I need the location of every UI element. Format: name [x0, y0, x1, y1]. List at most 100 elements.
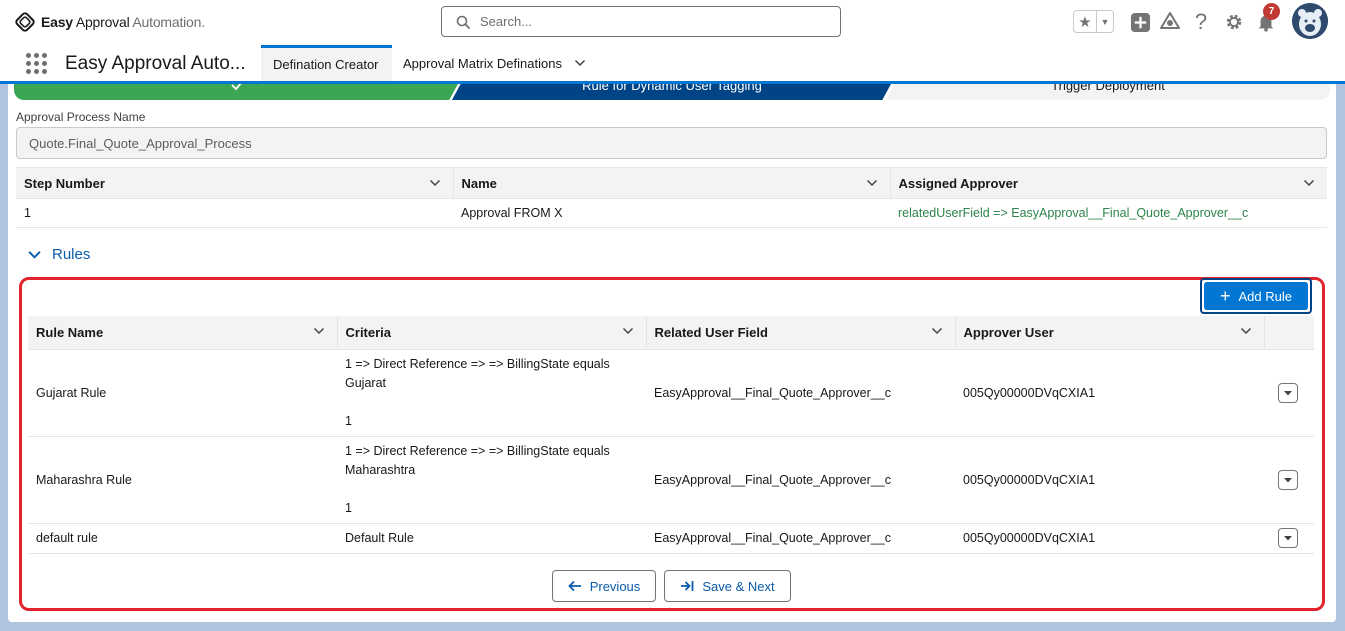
chevron-down-icon[interactable] — [313, 325, 325, 337]
path-step-label: Trigger Deployment — [1051, 84, 1165, 93]
row-actions-cell — [1264, 436, 1314, 524]
rule-name-cell: Maharashra Rule — [28, 436, 337, 524]
related-user-field-cell: EasyApproval__Final_Quote_Approver__c — [646, 349, 955, 437]
criteria-line: 1 — [345, 500, 352, 515]
column-header-step-number[interactable]: Step Number — [16, 167, 453, 199]
path-step-label: Rule for Dynamic User Tagging — [582, 84, 762, 93]
app-logo[interactable]: Easy Approval Automation. — [14, 11, 205, 33]
criteria-cell: 1 => Direct Reference => => BillingState… — [337, 349, 646, 437]
criteria-line: Gujarat — [345, 375, 386, 390]
approval-process-name-field[interactable]: Quote.Final_Quote_Approval_Process — [16, 127, 1327, 159]
settings-gear-icon[interactable] — [1223, 11, 1245, 33]
approver-user-cell: 005Qy00000DVqCXIA1 — [955, 436, 1264, 524]
save-and-next-button[interactable]: Save & Next — [664, 570, 791, 602]
column-header-related-user-field[interactable]: Related User Field — [645, 316, 955, 350]
table-row: 1 Approval FROM X relatedUserField => Ea… — [16, 198, 1327, 228]
row-actions-menu-button[interactable] — [1278, 382, 1298, 403]
column-header-approver-user[interactable]: Approver User — [954, 316, 1264, 350]
chevron-down-icon — [1284, 390, 1292, 395]
app-nav-bar: Easy Approval Auto... Defination Creator… — [0, 44, 1345, 84]
header-label: Criteria — [345, 324, 392, 340]
rule-name-cell: Gujarat Rule — [28, 349, 337, 437]
logo-icon — [15, 12, 35, 32]
tab-defination-creator[interactable]: Defination Creator — [261, 45, 392, 81]
help-icon[interactable]: ? — [1190, 9, 1212, 34]
previous-label: Previous — [589, 578, 641, 594]
table-row: default rule Default Rule EasyApproval__… — [28, 523, 1314, 554]
chevron-down-icon[interactable] — [931, 325, 943, 337]
header-label: Rule Name — [36, 324, 104, 340]
criteria-cell: Default Rule — [337, 523, 646, 554]
column-header-actions — [1263, 316, 1314, 350]
favorite-star-icon[interactable]: ★ — [1074, 11, 1097, 32]
app-name: Easy Approval Auto... — [65, 53, 246, 74]
checkmark-icon — [230, 84, 243, 91]
table-row: Gujarat Rule 1 => Direct Reference => =>… — [28, 349, 1314, 437]
approver-user-cell: 005Qy00000DVqCXIA1 — [955, 349, 1264, 437]
column-header-rule-name[interactable]: Rule Name — [28, 316, 337, 350]
tab-approval-matrix-definations[interactable]: Approval Matrix Definations — [391, 45, 598, 81]
favorites-button-group[interactable]: ★ ▼ — [1073, 10, 1114, 33]
rule-name-cell: default rule — [28, 523, 337, 554]
trailhead-icon[interactable] — [1159, 11, 1181, 33]
chevron-down-icon[interactable] — [622, 325, 634, 337]
chevron-down-icon[interactable] — [1240, 325, 1252, 337]
approval-process-label: Approval Process Name — [16, 110, 146, 124]
row-actions-menu-button[interactable] — [1278, 528, 1298, 548]
column-header-criteria[interactable]: Criteria — [336, 316, 646, 350]
favorites-chevron-down-icon[interactable]: ▼ — [1097, 11, 1113, 32]
column-header-name[interactable]: Name — [452, 167, 890, 199]
chevron-down-icon[interactable] — [866, 177, 878, 189]
global-search-input[interactable]: Search... — [441, 6, 841, 37]
criteria-line: 1 => Direct Reference => => BillingState… — [345, 443, 610, 458]
arrow-to-end-icon — [681, 581, 694, 591]
path-step-complete[interactable] — [14, 84, 459, 100]
add-rule-button[interactable]: + Add Rule — [1200, 278, 1312, 314]
previous-button[interactable]: Previous — [552, 570, 656, 602]
search-placeholder: Search... — [480, 14, 533, 29]
row-actions-menu-button[interactable] — [1278, 469, 1298, 490]
save-and-next-label: Save & Next — [702, 578, 775, 594]
app-launcher-waffle-icon[interactable] — [26, 53, 48, 75]
criteria-line: 1 => Direct Reference => => BillingState… — [345, 356, 610, 371]
step-name-cell: Approval FROM X — [453, 198, 890, 228]
step-number-cell: 1 — [16, 198, 453, 228]
criteria-line: 1 — [345, 413, 352, 428]
chevron-down-icon[interactable] — [1303, 177, 1315, 189]
table-row: Maharashra Rule 1 => Direct Reference =>… — [28, 436, 1314, 524]
related-user-field-cell: EasyApproval__Final_Quote_Approver__c — [646, 523, 955, 554]
header-label: Approver User — [963, 324, 1054, 340]
search-icon — [456, 15, 470, 29]
chevron-down-icon[interactable] — [574, 57, 586, 69]
criteria-line: Maharashtra — [345, 462, 416, 477]
rules-section-title: Rules — [52, 246, 91, 263]
path-step-incomplete[interactable]: Trigger Deployment — [886, 84, 1330, 100]
path-step-current[interactable]: Rule for Dynamic User Tagging — [452, 84, 892, 100]
add-icon: + — [1220, 286, 1231, 306]
global-header: Easy Approval Automation. Search... ★ ▼ … — [0, 0, 1345, 44]
row-actions-cell — [1264, 523, 1314, 554]
rules-section-toggle[interactable]: Rules — [28, 246, 90, 263]
field-value: Quote.Final_Quote_Approval_Process — [29, 135, 252, 151]
related-user-field-cell: EasyApproval__Final_Quote_Approver__c — [646, 436, 955, 524]
header-label: Name — [461, 175, 497, 191]
avatar-bear-icon — [1292, 3, 1328, 39]
steps-table: Step Number Name Assigned Approver 1 App… — [16, 167, 1327, 228]
global-add-icon[interactable] — [1129, 11, 1151, 33]
notification-count-badge: 7 — [1263, 3, 1280, 20]
tab-label: Approval Matrix Definations — [403, 55, 562, 71]
approver-user-cell: 005Qy00000DVqCXIA1 — [955, 523, 1264, 554]
header-label: Assigned Approver — [898, 175, 1018, 191]
header-label: Step Number — [24, 175, 105, 191]
chevron-down-icon[interactable] — [429, 177, 441, 189]
progress-path: Rule for Dynamic User Tagging Trigger De… — [14, 84, 1330, 101]
chevron-down-icon — [1284, 536, 1292, 541]
user-avatar[interactable] — [1292, 3, 1328, 39]
row-actions-cell — [1264, 349, 1314, 437]
column-header-assigned-approver[interactable]: Assigned Approver — [889, 167, 1327, 199]
chevron-down-icon — [1284, 477, 1292, 482]
rules-table: Rule Name Criteria Related User Field Ap… — [28, 316, 1314, 554]
header-label: Related User Field — [654, 324, 768, 340]
add-rule-label: Add Rule — [1238, 288, 1292, 304]
tab-label: Defination Creator — [273, 57, 379, 72]
